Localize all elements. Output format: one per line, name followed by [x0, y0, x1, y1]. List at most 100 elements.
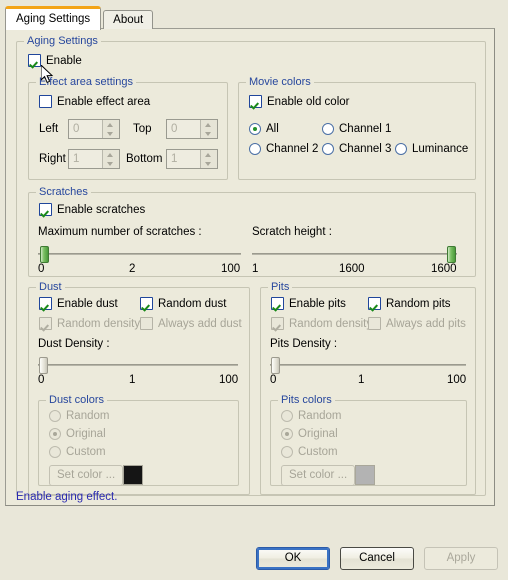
spinner-right-value: 1	[73, 153, 80, 165]
slider-dust-density[interactable]	[38, 356, 238, 374]
checkbox-enable-scratches-box	[39, 203, 52, 216]
group-scratches-label: Scratches	[36, 186, 91, 198]
chevron-down-icon[interactable]	[103, 129, 119, 138]
radio-dust-random: Random	[49, 410, 109, 422]
radio-channel-1-box	[322, 123, 334, 135]
slider-pits-density-track	[270, 364, 466, 366]
tab-about-label: About	[113, 14, 144, 26]
checkbox-random-pits-label: Random pits	[386, 297, 451, 310]
checkbox-dust-random-density: Random density	[39, 317, 140, 330]
radio-all[interactable]: All	[249, 123, 279, 135]
radio-channel-2[interactable]: Channel 2	[249, 143, 318, 155]
slider-dust-density-min: 0	[38, 374, 45, 386]
slider-max-scratches-thumb[interactable]	[40, 246, 49, 263]
spinner-right[interactable]: 1	[68, 149, 120, 169]
checkbox-enable-effect-area[interactable]: Enable effect area	[39, 95, 150, 108]
radio-pits-custom-box	[281, 446, 293, 458]
tab-aging-settings[interactable]: Aging Settings	[5, 6, 102, 30]
checkbox-random-dust-box	[140, 297, 153, 310]
dust-color-swatch	[123, 465, 143, 485]
radio-channel-2-label: Channel 2	[266, 143, 319, 155]
spinner-top-arrows[interactable]	[200, 120, 217, 138]
radio-pits-original-box	[281, 428, 293, 440]
aging-settings-tab-panel: Aging Settings Enable Effect area settin…	[5, 28, 495, 506]
slider-scratch-height[interactable]	[252, 245, 457, 263]
chevron-up-icon[interactable]	[201, 150, 217, 159]
chevron-up-icon[interactable]	[103, 120, 119, 129]
checkbox-dust-random-density-box	[39, 317, 52, 330]
tab-about[interactable]: About	[103, 10, 154, 29]
checkbox-pits-random-density-box	[271, 317, 284, 330]
spinner-right-arrows[interactable]	[102, 150, 119, 168]
spinner-top[interactable]: 0	[166, 119, 218, 139]
chevron-down-icon[interactable]	[201, 129, 217, 138]
radio-luminance[interactable]: Luminance	[395, 143, 468, 155]
checkbox-enable-dust-box	[39, 297, 52, 310]
radio-dust-custom: Custom	[49, 446, 106, 458]
radio-all-box	[249, 123, 261, 135]
label-scratch-height: Scratch height :	[252, 226, 332, 238]
slider-max-scratches-min: 0	[38, 263, 45, 275]
checkbox-random-dust-label: Random dust	[158, 297, 227, 310]
spinner-left-arrows[interactable]	[102, 120, 119, 138]
checkbox-always-add-dust: Always add dust	[140, 317, 242, 330]
radio-dust-original-box	[49, 428, 61, 440]
slider-scratch-height-mid: 1600	[339, 263, 365, 275]
checkbox-random-dust[interactable]: Random dust	[140, 297, 226, 310]
group-dust: Dust Enable dust Random dust Random dens…	[28, 281, 250, 495]
checkbox-enable-scratches-label: Enable scratches	[57, 203, 146, 216]
checkbox-enable[interactable]: Enable	[28, 54, 82, 67]
group-scratches: Scratches Enable scratches Maximum numbe…	[28, 186, 476, 277]
slider-pits-density[interactable]	[270, 356, 466, 374]
checkbox-enable-pits[interactable]: Enable pits	[271, 297, 346, 310]
chevron-down-icon[interactable]	[103, 159, 119, 168]
slider-dust-density-thumb[interactable]	[39, 357, 48, 374]
slider-pits-density-thumb[interactable]	[271, 357, 280, 374]
spinner-left-value: 0	[73, 123, 80, 135]
slider-max-scratches[interactable]	[38, 245, 241, 263]
group-dust-colors-label: Dust colors	[46, 394, 108, 406]
radio-pits-original-label: Original	[298, 428, 338, 440]
spinner-left[interactable]: 0	[68, 119, 120, 139]
radio-dust-original: Original	[49, 428, 106, 440]
spinner-bottom[interactable]: 1	[166, 149, 218, 169]
tab-aging-settings-label: Aging Settings	[16, 13, 91, 25]
checkbox-random-pits[interactable]: Random pits	[368, 297, 451, 310]
radio-pits-random-box	[281, 410, 293, 422]
radio-dust-random-box	[49, 410, 61, 422]
slider-scratch-height-thumb[interactable]	[447, 246, 456, 263]
ok-button[interactable]: OK	[256, 547, 330, 570]
slider-pits-density-min: 0	[270, 374, 277, 386]
checkbox-pits-random-density-label: Random density	[289, 317, 373, 330]
radio-channel-1[interactable]: Channel 1	[322, 123, 391, 135]
spinner-bottom-value: 1	[171, 153, 178, 165]
slider-pits-density-mid: 1	[358, 374, 365, 386]
checkbox-enable-dust[interactable]: Enable dust	[39, 297, 118, 310]
checkbox-enable-pits-box	[271, 297, 284, 310]
chevron-up-icon[interactable]	[201, 120, 217, 129]
chevron-down-icon[interactable]	[201, 159, 217, 168]
radio-dust-custom-box	[49, 446, 61, 458]
checkbox-enable-old-color-box	[249, 95, 262, 108]
checkbox-enable-old-color[interactable]: Enable old color	[249, 95, 349, 108]
radio-pits-original: Original	[281, 428, 338, 440]
checkbox-enable-effect-area-box	[39, 95, 52, 108]
status-hint-text: Enable aging effect.	[16, 491, 118, 503]
label-dust-density: Dust Density :	[38, 338, 110, 350]
slider-pits-density-max: 100	[447, 374, 467, 386]
checkbox-enable-scratches[interactable]: Enable scratches	[39, 203, 145, 216]
chevron-up-icon[interactable]	[103, 150, 119, 159]
radio-channel-3[interactable]: Channel 3	[322, 143, 391, 155]
tab-strip: Aging Settings About	[5, 6, 155, 30]
spinner-bottom-arrows[interactable]	[200, 150, 217, 168]
slider-dust-density-mid: 1	[129, 374, 136, 386]
group-pits-colors: Pits colors Random Original Custom Set c…	[270, 394, 467, 486]
mouse-cursor	[40, 63, 54, 88]
checkbox-pits-random-density: Random density	[271, 317, 372, 330]
checkbox-always-add-dust-box	[140, 317, 153, 330]
label-pits-density: Pits Density :	[270, 338, 338, 350]
radio-all-label: All	[266, 123, 279, 135]
cancel-button[interactable]: Cancel	[340, 547, 414, 570]
radio-pits-custom-label: Custom	[298, 446, 338, 458]
checkbox-random-pits-box	[368, 297, 381, 310]
